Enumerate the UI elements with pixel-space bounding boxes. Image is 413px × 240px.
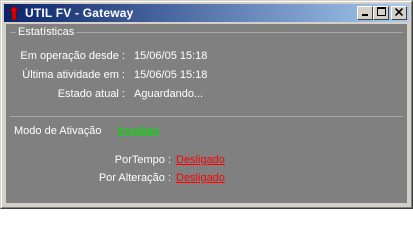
- last-activity-value: 15/06/05 15:18: [134, 69, 208, 81]
- window-title: UTIL FV - Gateway: [25, 6, 134, 20]
- by-time-link[interactable]: Desligado: [176, 154, 225, 166]
- activation-mode-link[interactable]: Imediato: [117, 125, 159, 137]
- close-button[interactable]: [391, 6, 407, 20]
- by-time-label: PorTempo :: [114, 154, 171, 166]
- activation-mode-label: Modo de Ativação: [14, 125, 102, 137]
- current-state-label: Estado atual :: [57, 88, 125, 100]
- maximize-button[interactable]: [373, 6, 389, 20]
- window-frame: UTIL FV - Gateway Estatísticas Em operaç…: [1, 1, 412, 208]
- content-panel: Estatísticas Em operação desde : 15/06/0…: [6, 24, 407, 203]
- last-activity-label: Última atividade em :: [22, 69, 125, 81]
- current-state-value: Aguardando...: [134, 88, 204, 100]
- minimize-button[interactable]: [357, 6, 373, 20]
- stats-group-title: Estatísticas: [16, 26, 77, 38]
- title-bar[interactable]: UTIL FV - Gateway: [4, 4, 409, 22]
- by-change-link[interactable]: Desligado: [176, 172, 225, 184]
- app-window: UTIL FV - Gateway Estatísticas Em operaç…: [0, 0, 413, 209]
- by-change-label: Por Alteração :: [98, 172, 171, 184]
- close-icon: [394, 7, 404, 19]
- red-arrow-icon[interactable]: [7, 5, 21, 21]
- maximize-icon: [376, 7, 386, 19]
- title-buttons: [357, 6, 407, 20]
- operating-since-value: 15/06/05 15:18: [134, 50, 208, 62]
- stats-groupbox: Estatísticas: [10, 26, 403, 137]
- section-divider: [10, 116, 403, 117]
- minimize-icon: [361, 7, 369, 19]
- operating-since-label: Em operação desde :: [20, 50, 125, 62]
